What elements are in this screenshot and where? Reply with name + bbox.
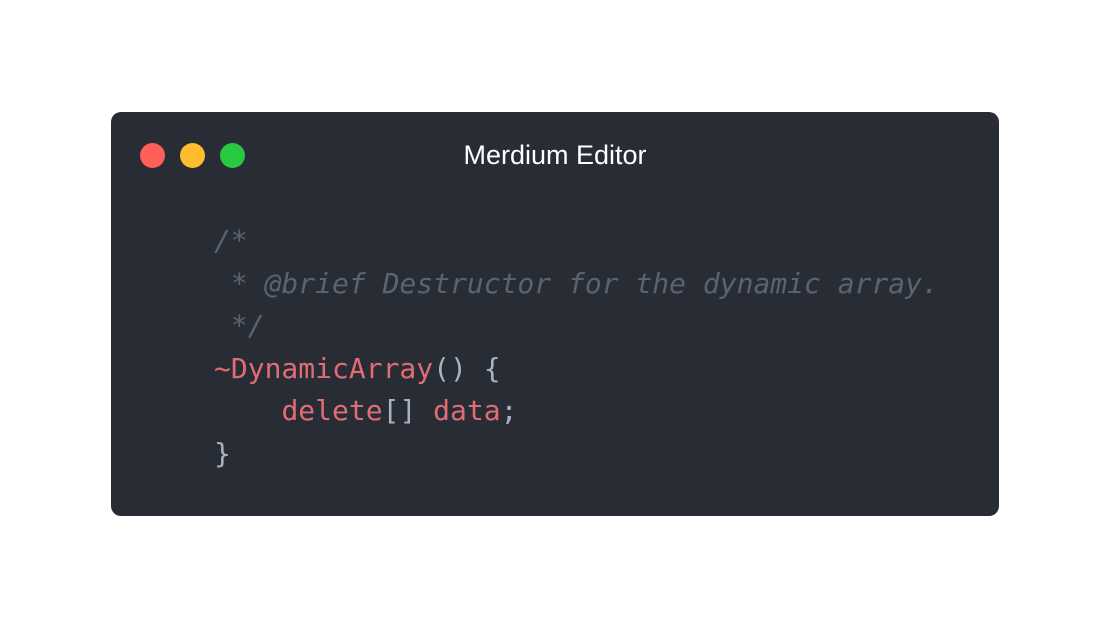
code-line-6: } [214,433,939,476]
comment-body: * @brief Destructor for the dynamic arra… [214,266,939,300]
data-identifier: data [433,394,501,427]
array-brackets: [] [382,394,434,427]
code-line-4: ~DynamicArray() { [214,348,939,391]
code-line-5: delete[] data; [214,390,939,433]
destructor-name: ~DynamicArray [214,351,434,385]
code-line-3: */ [214,305,939,348]
closing-brace: } [214,436,231,470]
comment-open: /* [214,224,248,257]
delete-keyword: delete [281,394,383,427]
editor-window: Merdium Editor /* * @brief Destructor fo… [111,112,999,516]
comment-close: */ [214,309,265,342]
window-title: Merdium Editor [463,140,647,170]
semicolon: ; [500,394,518,427]
destructor-signature-rest: () { [433,351,501,385]
code-line-1: /* [214,220,939,263]
code-line-2: * @brief Destructor for the dynamic arra… [214,263,939,306]
code-block: /* * @brief Destructor for the dynamic a… [214,220,939,475]
